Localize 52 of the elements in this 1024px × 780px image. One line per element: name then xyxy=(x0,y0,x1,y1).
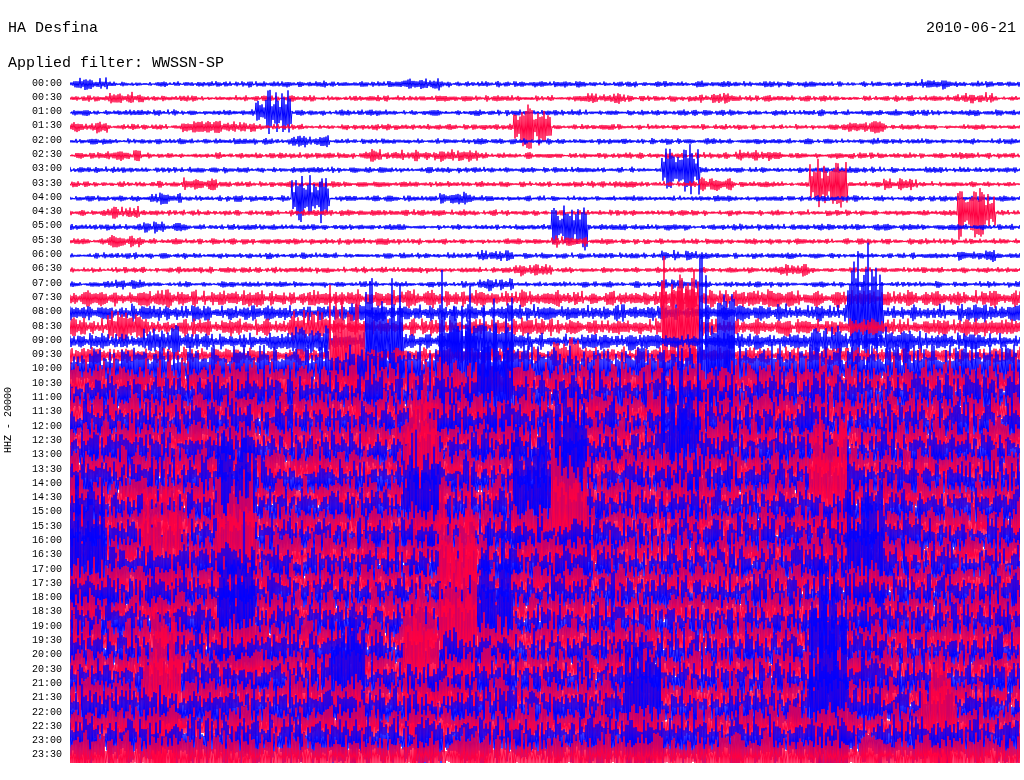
time-label: 21:00 xyxy=(32,676,62,691)
time-label: 22:00 xyxy=(32,705,62,720)
time-label: 21:30 xyxy=(32,691,62,706)
time-label: 15:00 xyxy=(32,505,62,520)
time-label: 02:00 xyxy=(32,133,62,148)
time-label: 12:00 xyxy=(32,419,62,434)
time-label: 22:30 xyxy=(32,719,62,734)
time-label: 02:30 xyxy=(32,148,62,162)
time-label: 04:00 xyxy=(32,190,62,205)
time-label: 03:30 xyxy=(32,176,62,191)
time-label: 18:30 xyxy=(32,605,62,620)
station-title: HA Desfina xyxy=(8,19,98,39)
time-label: 08:00 xyxy=(32,305,62,320)
time-label: 04:30 xyxy=(32,205,62,220)
time-label: 23:30 xyxy=(32,748,62,763)
time-label: 00:30 xyxy=(32,90,62,105)
time-label: 06:00 xyxy=(32,248,62,263)
time-label: 10:00 xyxy=(32,362,62,377)
time-label: 13:30 xyxy=(32,462,62,477)
time-label: 11:30 xyxy=(32,405,62,420)
time-label: 20:30 xyxy=(32,662,62,677)
time-label: 10:30 xyxy=(32,376,62,391)
time-label: 09:30 xyxy=(32,348,62,363)
time-label: 14:30 xyxy=(32,491,62,506)
time-label: 16:00 xyxy=(32,534,62,548)
date-label: 2010-06-21 xyxy=(926,19,1016,39)
time-label: 23:00 xyxy=(32,734,62,749)
time-label: 16:30 xyxy=(32,548,62,563)
time-label: 09:00 xyxy=(32,333,62,348)
time-label: 06:30 xyxy=(32,262,62,277)
time-label: 18:00 xyxy=(32,591,62,606)
time-label: 15:30 xyxy=(32,519,62,534)
time-label: 17:00 xyxy=(32,562,62,577)
time-label: 14:00 xyxy=(32,476,62,491)
time-label: 20:00 xyxy=(32,648,62,663)
filter-label: Applied filter: WWSSN-SP xyxy=(8,54,225,72)
time-label: 19:30 xyxy=(32,634,62,649)
time-label: 05:30 xyxy=(32,233,62,248)
time-label: 17:30 xyxy=(32,576,62,591)
time-label: 12:30 xyxy=(32,433,62,448)
time-label: 00:00 xyxy=(32,76,62,91)
time-label: 05:00 xyxy=(32,219,62,234)
time-label: 11:00 xyxy=(32,391,62,406)
channel-label: HHZ - 20000 xyxy=(1,386,15,453)
time-label: 01:00 xyxy=(32,105,62,120)
time-label: 07:30 xyxy=(32,290,62,305)
time-label: 07:00 xyxy=(32,276,62,291)
time-label: 13:00 xyxy=(32,448,62,463)
time-label: 03:00 xyxy=(32,162,62,177)
time-label: 01:30 xyxy=(32,119,62,134)
time-label: 19:00 xyxy=(32,619,62,634)
time-label: 08:30 xyxy=(32,319,62,334)
